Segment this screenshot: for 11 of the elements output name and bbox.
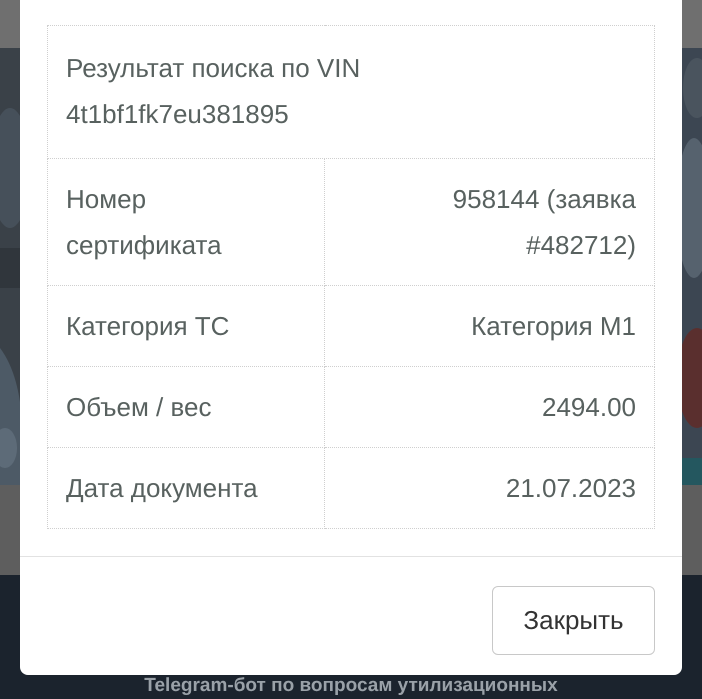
field-label: Номер сертификата [48,158,324,286]
field-label: Объем / вес [48,366,324,448]
field-value: Категория M1 [324,286,654,366]
field-value: 958144 (заявка #482712) [324,158,654,286]
field-label: Категория ТС [48,286,324,366]
field-label: Дата документа [48,448,324,528]
banner-text: Telegram-бот по вопросам утилизационных [144,675,558,697]
result-title: Результат поиска по VIN 4t1bf1fk7eu381895 [48,26,654,158]
field-value: 2494.00 [324,366,654,448]
close-button[interactable]: Закрыть [492,586,655,655]
field-value: 21.07.2023 [324,448,654,528]
